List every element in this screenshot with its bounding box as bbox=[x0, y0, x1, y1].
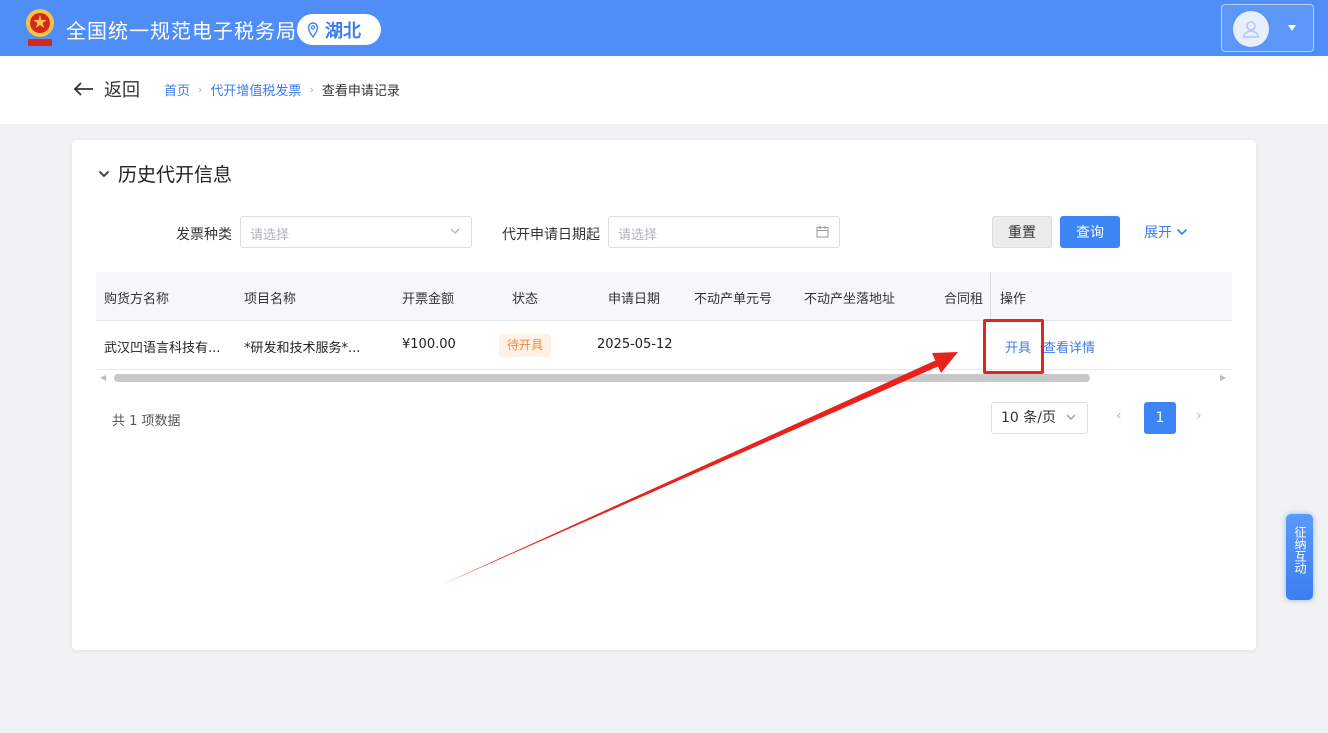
history-card: 历史代开信息 发票种类 请选择 代开申请日期起 请选择 重置 查询 展开 购货方… bbox=[72, 140, 1256, 650]
apply-date-placeholder: 请选择 bbox=[618, 228, 658, 243]
calendar-icon bbox=[816, 226, 829, 238]
chevron-down-icon bbox=[1176, 228, 1188, 236]
top-bar: 全国统一规范电子税务局 湖北 bbox=[0, 0, 1328, 56]
user-avatar-icon bbox=[1233, 11, 1269, 47]
cell-amount: ¥100.00 bbox=[402, 337, 456, 352]
prev-page-icon[interactable]: ‹ bbox=[1116, 408, 1122, 424]
col-actions: 操作 bbox=[1000, 292, 1027, 307]
annotation-highlight-box bbox=[983, 319, 1044, 374]
table-row: 武汉凹语言科技有... *研发和技术服务*... ¥100.00 待开具 202… bbox=[96, 321, 1232, 370]
invoice-type-label: 发票种类 bbox=[176, 227, 232, 243]
page-size-value: 10 条/页 bbox=[1001, 410, 1056, 426]
fixed-column-divider bbox=[990, 272, 991, 321]
sub-bar: 返回 首页 › 代开增值税发票 › 查看申请记录 bbox=[0, 56, 1328, 124]
breadcrumb-current: 查看申请记录 bbox=[321, 84, 400, 99]
col-contract: 合同租 bbox=[944, 292, 984, 307]
cell-buyer: 武汉凹语言科技有... bbox=[104, 341, 221, 356]
col-address: 不动产坐落地址 bbox=[804, 292, 896, 307]
invoice-type-placeholder: 请选择 bbox=[250, 228, 290, 243]
apply-date-picker[interactable]: 请选择 bbox=[608, 216, 840, 248]
location-pin-icon bbox=[307, 21, 319, 38]
col-amount: 开票金额 bbox=[402, 292, 455, 307]
region-label: 湖北 bbox=[325, 20, 361, 42]
expand-button[interactable]: 展开 bbox=[1144, 216, 1200, 248]
card-title: 历史代开信息 bbox=[118, 164, 233, 186]
breadcrumb-home[interactable]: 首页 bbox=[164, 80, 190, 99]
table-horizontal-scrollbar[interactable]: ◀ ▶ bbox=[96, 373, 1232, 383]
chevron-right-icon: › bbox=[198, 83, 203, 96]
col-status: 状态 bbox=[512, 292, 539, 307]
user-menu[interactable] bbox=[1221, 4, 1314, 52]
region-selector[interactable]: 湖北 bbox=[297, 14, 381, 45]
total-count: 共 1 项数据 bbox=[112, 414, 181, 429]
arrow-left-icon bbox=[74, 82, 93, 96]
apply-date-label: 代开申请日期起 bbox=[502, 227, 600, 243]
invoice-type-select[interactable]: 请选择 bbox=[240, 216, 472, 248]
table-header: 购货方名称 项目名称 开票金额 状态 申请日期 不动产单元号 不动产坐落地址 合… bbox=[96, 272, 1232, 321]
col-date: 申请日期 bbox=[608, 292, 661, 307]
chevron-down-icon bbox=[1066, 414, 1076, 420]
app-title: 全国统一规范电子税务局 bbox=[66, 19, 297, 43]
status-badge: 待开具 bbox=[499, 334, 552, 357]
national-emblem-icon bbox=[26, 9, 54, 46]
scroll-right-icon[interactable]: ▶ bbox=[1220, 373, 1226, 382]
breadcrumb: 首页 › 代开增值税发票 › 查看申请记录 bbox=[164, 80, 400, 99]
reset-button[interactable]: 重置 bbox=[992, 216, 1052, 248]
scrollbar-thumb[interactable] bbox=[114, 374, 1090, 382]
page-size-select[interactable]: 10 条/页 bbox=[991, 402, 1088, 434]
cell-date: 2025-05-12 bbox=[597, 337, 673, 352]
back-button[interactable]: 返回 bbox=[74, 76, 140, 102]
query-button[interactable]: 查询 bbox=[1060, 216, 1120, 248]
caret-down-icon bbox=[1288, 25, 1296, 31]
expand-label: 展开 bbox=[1144, 225, 1172, 241]
chevron-down-icon bbox=[98, 170, 110, 177]
next-page-icon[interactable]: › bbox=[1196, 408, 1202, 424]
card-header[interactable]: 历史代开信息 bbox=[98, 160, 232, 187]
back-label: 返回 bbox=[104, 80, 140, 101]
view-details-link[interactable]: 查看详情 bbox=[1043, 337, 1095, 356]
interaction-side-tab[interactable]: 征纳互动 bbox=[1286, 514, 1313, 600]
page-number-current[interactable]: 1 bbox=[1144, 402, 1176, 434]
chevron-down-icon bbox=[450, 228, 460, 234]
col-unit-no: 不动产单元号 bbox=[694, 292, 773, 307]
col-buyer: 购货方名称 bbox=[104, 292, 170, 307]
scroll-left-icon[interactable]: ◀ bbox=[100, 373, 106, 382]
chevron-right-icon: › bbox=[309, 83, 314, 96]
col-item: 项目名称 bbox=[244, 292, 297, 307]
cell-item: *研发和技术服务*... bbox=[244, 341, 361, 356]
breadcrumb-vat-invoice[interactable]: 代开增值税发票 bbox=[210, 80, 301, 99]
